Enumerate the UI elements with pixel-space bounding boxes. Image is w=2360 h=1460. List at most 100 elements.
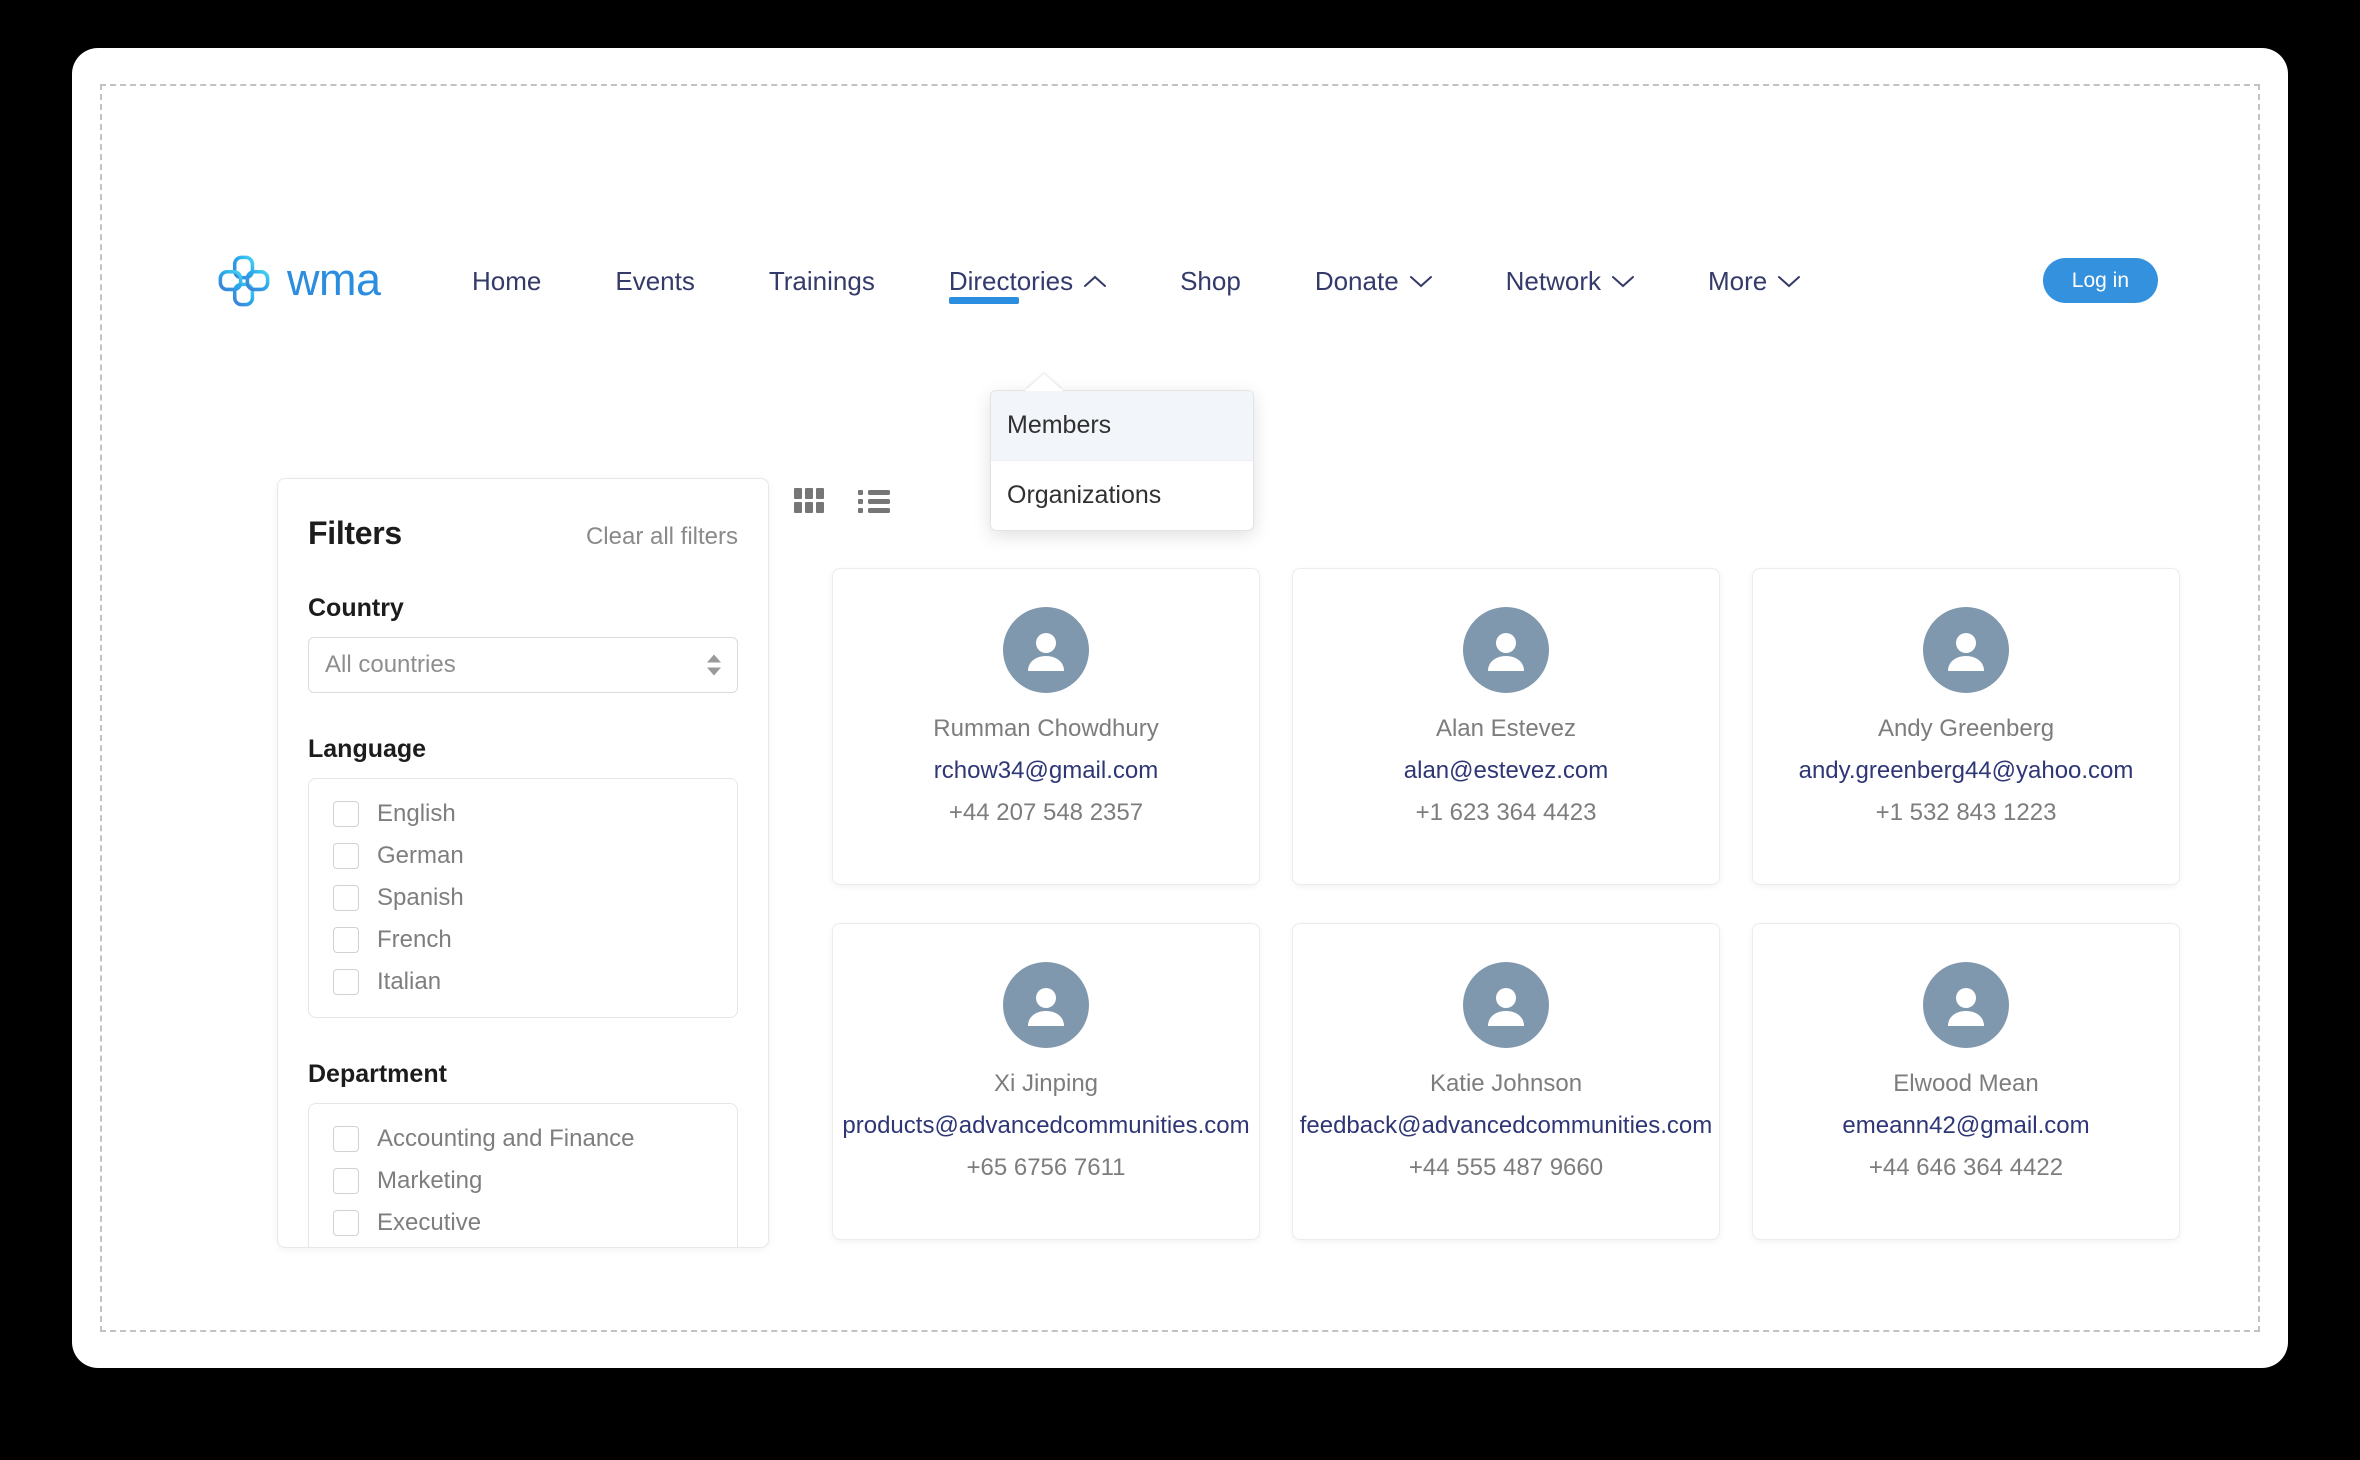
checkbox-row-marketing[interactable]: Marketing (309, 1160, 737, 1202)
checkbox-icon[interactable] (333, 927, 359, 953)
checkbox-row-italian[interactable]: Italian (309, 961, 737, 1003)
member-email[interactable]: emeann42@gmail.com (1842, 1112, 2089, 1140)
grid-view-icon[interactable] (794, 488, 824, 515)
member-email[interactable]: andy.greenberg44@yahoo.com (1799, 757, 2134, 785)
checkbox-label: Marketing (377, 1167, 483, 1194)
person-avatar-icon (1463, 607, 1549, 693)
checkbox-icon[interactable] (333, 969, 359, 995)
directories-dropdown-menu: Members Organizations (990, 390, 1254, 531)
chevron-down-icon (1409, 275, 1432, 287)
dropdown-item-organizations[interactable]: Organizations (991, 461, 1253, 530)
stepper-down-arrow[interactable] (707, 667, 721, 676)
member-phone: +44 646 364 4422 (1868, 1154, 2064, 1181)
checkbox-row-medical-staff[interactable]: Medical Staff (309, 1244, 737, 1247)
country-filter-label: Country (308, 594, 404, 622)
checkbox-row-english[interactable]: English (309, 793, 737, 835)
country-select[interactable]: All countries (308, 637, 738, 693)
checkbox-label: Italian (377, 968, 442, 995)
chevron-down-icon (1778, 275, 1801, 287)
nav-label: Home (472, 265, 542, 296)
checkbox-label: German (377, 842, 464, 869)
dropdown-item-members[interactable]: Members (991, 391, 1253, 461)
member-card[interactable]: Alan Estevez alan@estevez.com +1 623 364… (1292, 568, 1720, 885)
chevron-down-icon (1612, 275, 1635, 287)
person-avatar-icon (1463, 962, 1549, 1048)
department-filter-label: Department (308, 1060, 447, 1088)
site-header: wma Home Events Trainings Directories Sh… (72, 244, 2288, 318)
nav-item-donate[interactable]: Donate (1315, 244, 1432, 318)
member-card[interactable]: Andy Greenberg andy.greenberg44@yahoo.co… (1752, 568, 2180, 885)
nav-label: Shop (1180, 265, 1241, 296)
checkbox-label: Executive (377, 1209, 482, 1236)
country-select-value: All countries (325, 651, 456, 678)
nav-label: Network (1505, 265, 1602, 296)
member-email[interactable]: alan@estevez.com (1404, 757, 1608, 785)
member-card[interactable]: Xi Jinping products@advancedcommunities.… (832, 923, 1260, 1240)
checkbox-row-french[interactable]: French (309, 919, 737, 961)
stepper-up-arrow[interactable] (707, 654, 721, 663)
dropdown-pointer-arrow (1025, 374, 1063, 391)
person-avatar-icon (1003, 607, 1089, 693)
member-phone: +44 207 548 2357 (948, 799, 1144, 826)
person-avatar-icon (1923, 607, 2009, 693)
language-filter-label: Language (308, 735, 427, 763)
checkbox-icon[interactable] (333, 1210, 359, 1236)
nav-label: Trainings (768, 265, 875, 296)
nav-label: More (1708, 265, 1768, 296)
filters-panel: Filters Clear all filters Country All co… (277, 478, 769, 1248)
nav-item-shop[interactable]: Shop (1180, 244, 1241, 318)
stepper-arrows-icon[interactable] (707, 654, 721, 676)
person-avatar-icon (1923, 962, 2009, 1048)
checkbox-label: English (377, 800, 456, 827)
checkbox-label: Accounting and Finance (377, 1125, 635, 1152)
checkbox-icon[interactable] (333, 1126, 359, 1152)
member-email[interactable]: products@advancedcommunities.com (842, 1112, 1249, 1140)
nav-item-home[interactable]: Home (472, 244, 541, 318)
member-phone: +1 623 364 4423 (1415, 799, 1597, 826)
login-button[interactable]: Log in (2042, 258, 2158, 303)
member-card[interactable]: Katie Johnson feedback@advancedcommuniti… (1292, 923, 1720, 1240)
checkbox-icon[interactable] (333, 1168, 359, 1194)
member-email[interactable]: rchow34@gmail.com (934, 757, 1158, 785)
nav-item-more[interactable]: More (1708, 244, 1801, 318)
members-grid: Rumman Chowdhury rchow34@gmail.com +44 2… (832, 568, 2360, 1240)
member-phone: +1 532 843 1223 (1875, 799, 2057, 826)
nav-item-directories[interactable]: Directories (948, 244, 1107, 318)
nav-item-events[interactable]: Events (615, 244, 695, 318)
member-card[interactable]: Rumman Chowdhury rchow34@gmail.com +44 2… (832, 568, 1260, 885)
checkbox-label: French (377, 926, 452, 953)
nav-item-trainings[interactable]: Trainings (769, 244, 875, 318)
member-phone: +44 555 487 9660 (1408, 1154, 1604, 1181)
member-name: Elwood Mean (1893, 1070, 2039, 1097)
checkbox-row-spanish[interactable]: Spanish (309, 877, 737, 919)
checkbox-label: Spanish (377, 884, 464, 911)
filters-title: Filters (308, 515, 402, 551)
checkbox-row-executive[interactable]: Executive (309, 1202, 737, 1244)
member-name: Xi Jinping (993, 1070, 1099, 1097)
clear-all-filters-link[interactable]: Clear all filters (586, 523, 738, 551)
checkbox-row-accounting-and-finance[interactable]: Accounting and Finance (309, 1118, 737, 1160)
department-checkbox-group: Accounting and Finance Marketing Executi… (308, 1103, 738, 1247)
list-view-icon[interactable] (858, 489, 890, 515)
brand-logo[interactable]: wma (217, 244, 381, 318)
nav-label: Events (615, 265, 695, 296)
checkbox-icon[interactable] (333, 885, 359, 911)
filters-header: Filters Clear all filters (308, 515, 738, 552)
member-card[interactable]: Elwood Mean emeann42@gmail.com +44 646 3… (1752, 923, 2180, 1240)
checkbox-icon[interactable] (333, 843, 359, 869)
person-avatar-icon (1003, 962, 1089, 1048)
member-phone: +65 6756 7611 (966, 1154, 1126, 1181)
checkbox-icon[interactable] (333, 801, 359, 827)
member-name: Rumman Chowdhury (933, 715, 1159, 742)
browser-window: wma Home Events Trainings Directories Sh… (72, 48, 2288, 1368)
checkbox-row-german[interactable]: German (309, 835, 737, 877)
nav-label: Donate (1314, 265, 1399, 296)
chevron-up-icon (1084, 275, 1107, 287)
member-name: Alan Estevez (1435, 715, 1577, 742)
nav-label: Directories (948, 265, 1074, 296)
member-email[interactable]: feedback@advancedcommunities.com (1300, 1112, 1713, 1140)
member-name: Katie Johnson (1429, 1070, 1583, 1097)
nav-item-network[interactable]: Network (1505, 244, 1635, 318)
view-mode-toggles (794, 488, 890, 515)
main-navigation: Home Events Trainings Directories Shop D… (472, 244, 1874, 318)
